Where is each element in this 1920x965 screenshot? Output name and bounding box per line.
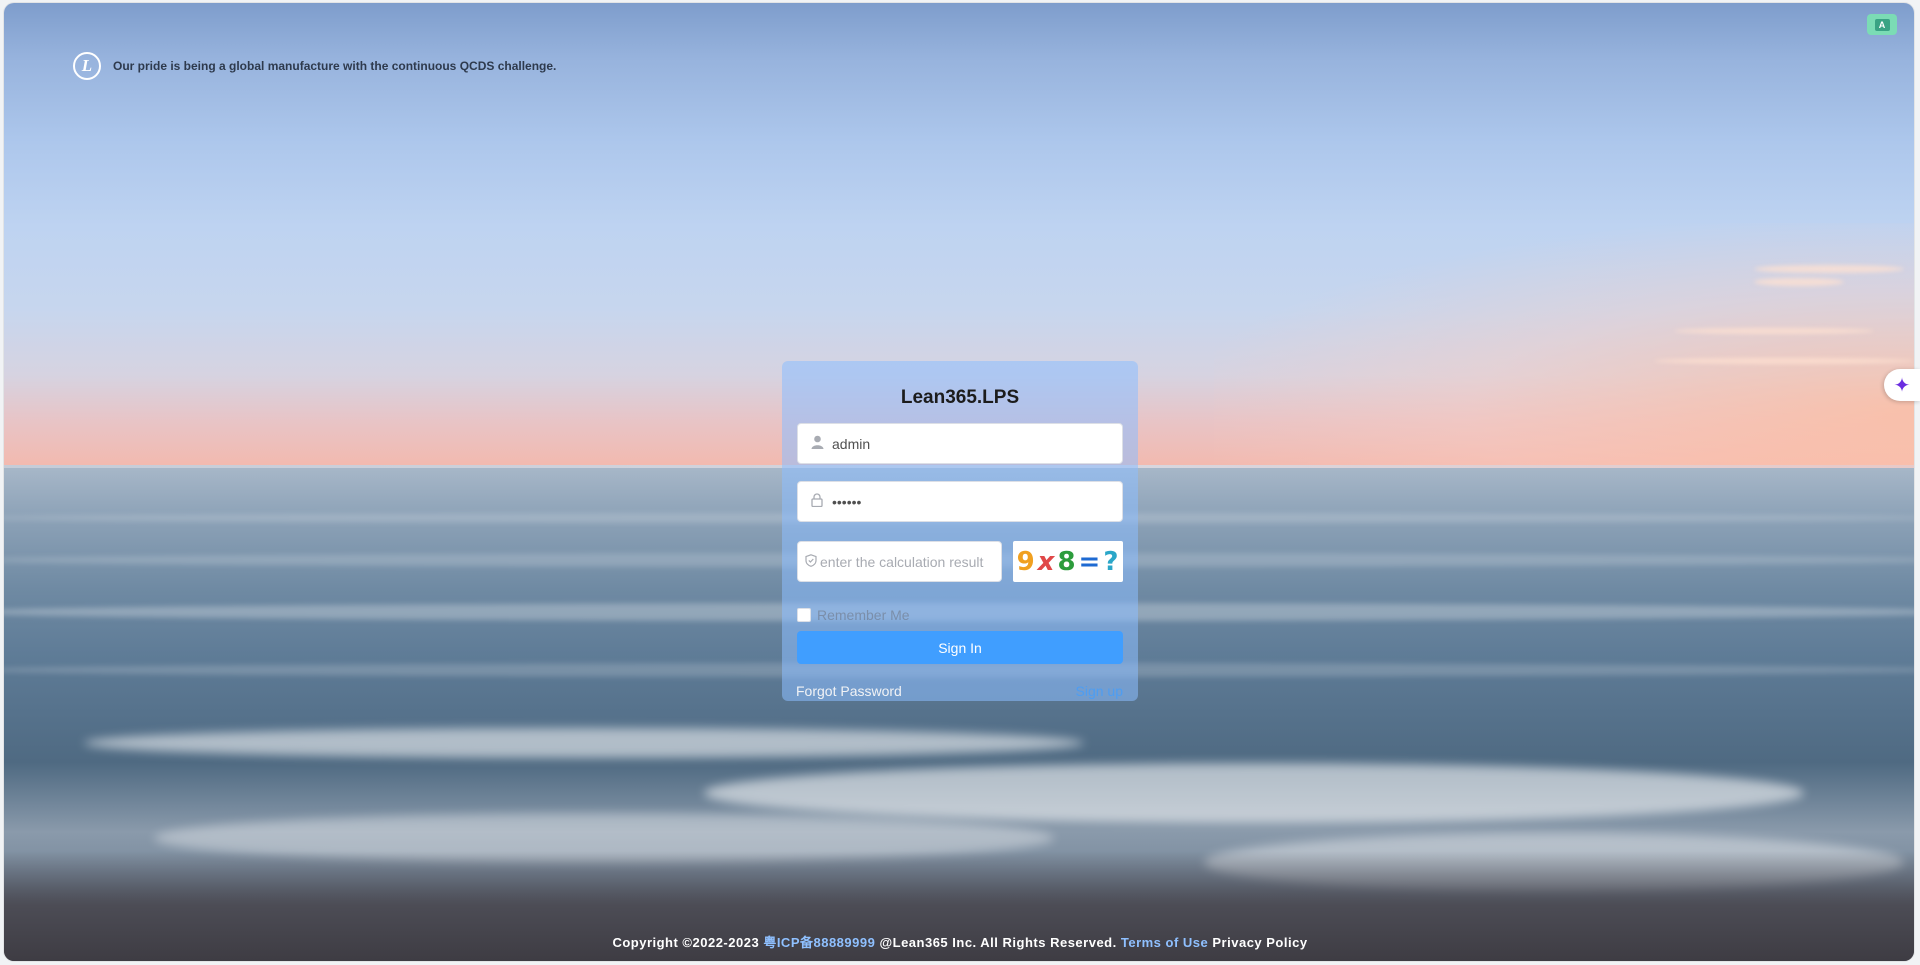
terms-link[interactable]: Terms of Use [1121,935,1208,950]
captcha-field[interactable] [797,541,1002,582]
captcha-image[interactable]: 9 x 8 = ? [1013,541,1123,582]
sunset-glow [1214,223,1914,473]
captcha-char: 9 [1016,546,1036,577]
login-title: Lean365.LPS [900,387,1020,408]
cloud [1654,358,1914,364]
privacy-link[interactable]: Privacy Policy [1212,935,1307,950]
brand-slogan: Our pride is being a global manufacture … [113,59,557,73]
wave-foam [84,728,1084,758]
captcha-input[interactable] [820,542,1001,581]
forgot-password-link[interactable]: Forgot Password [796,683,902,699]
icp-link[interactable]: 粤ICP备88889999 [763,935,875,950]
translate-glyph: A [1874,18,1890,31]
captcha-char: x [1037,546,1056,577]
lock-icon [798,493,832,510]
logo-glyph: L [81,56,93,75]
captcha-char: 8 [1057,546,1077,577]
footer: Copyright ©2022-2023 粤ICP备88889999 @Lean… [0,932,1920,951]
cloud [1674,328,1874,334]
translate-icon[interactable]: A [1867,14,1897,35]
brand-header: L Our pride is being a global manufactur… [73,52,556,80]
sparkle-icon: ✦ [1893,374,1911,397]
remember-checkbox[interactable] [797,608,811,622]
remember-me[interactable]: Remember Me [797,607,910,623]
company-logo: L [73,52,101,80]
sign-up-link[interactable]: Sign up [1076,683,1123,699]
password-field[interactable] [797,481,1123,522]
password-input[interactable] [832,482,1122,521]
login-card: Lean365.LPS 9 x 8 [782,361,1138,701]
cloud [1754,265,1904,273]
username-input[interactable] [832,424,1122,463]
company-text: @Lean365 Inc. All Rights Reserved. [879,935,1117,950]
ai-assistant-button[interactable]: ✦ [1884,369,1920,401]
copyright-text: Copyright ©2022-2023 [612,935,760,950]
captcha-char: ? [1103,546,1120,577]
cloud [1754,278,1844,286]
shield-icon [798,553,820,570]
user-icon [798,435,832,452]
username-field[interactable] [797,423,1123,464]
remember-label: Remember Me [817,607,910,623]
sign-in-button[interactable]: Sign In [797,631,1123,664]
wave-foam [704,763,1804,823]
captcha-char: = [1078,546,1102,577]
